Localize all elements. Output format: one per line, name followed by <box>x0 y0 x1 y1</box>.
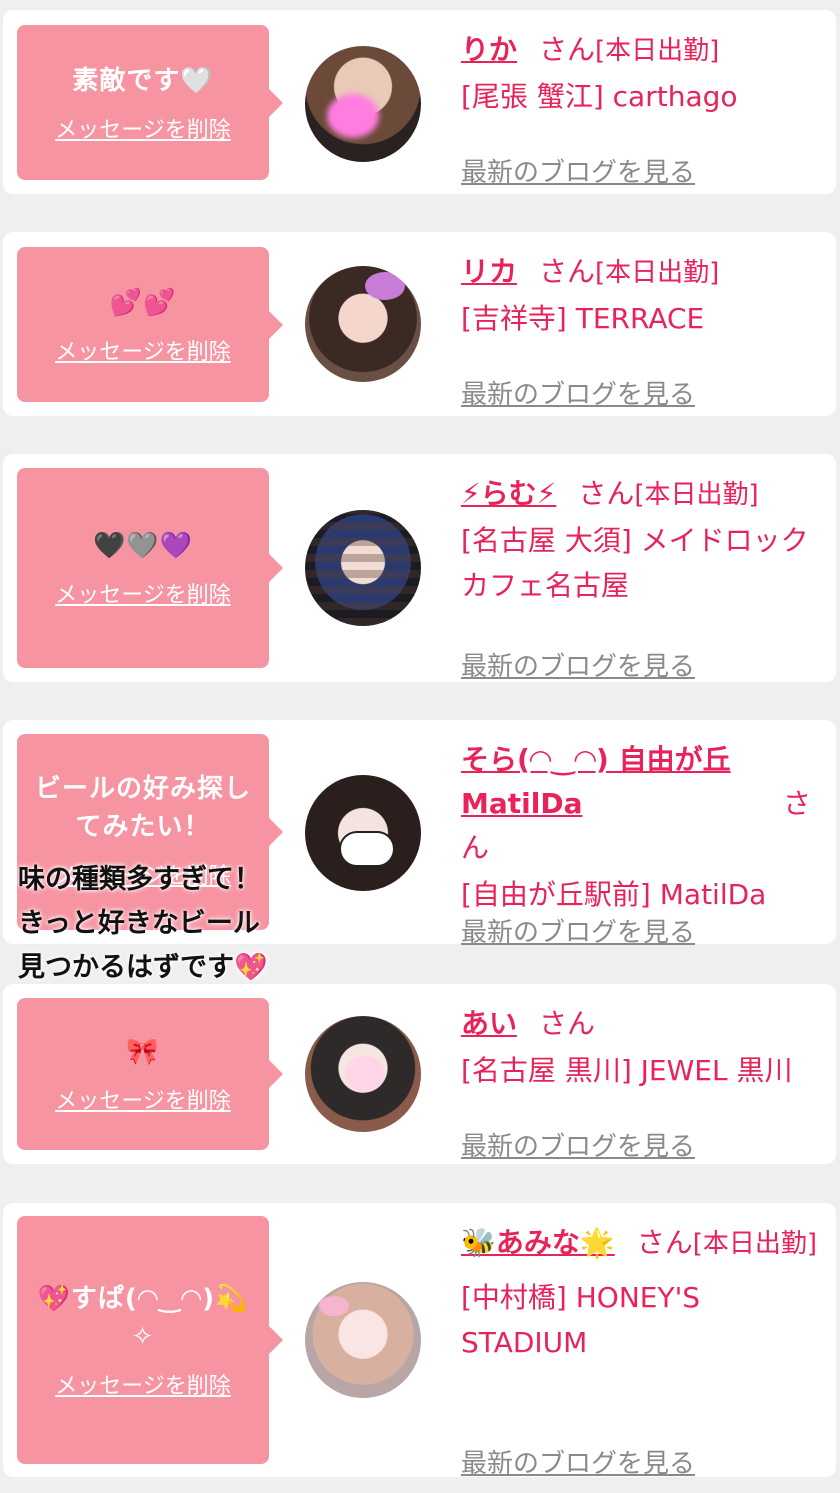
message-text: 素敵です🤍 <box>72 65 214 96</box>
blog-link[interactable]: 最新のブログを見る <box>461 1443 695 1480</box>
profile-info: あい さん [名古屋 黒川] JEWEL 黒川 最新のブログを見る <box>461 1002 831 1162</box>
message-card: 💖すぱ(◠‿◠)💫 ✧ メッセージを削除 🐝あみな🌟 さん[本日出勤] [中村橋]… <box>3 1203 836 1479</box>
message-card: 💕💕 メッセージを削除 リカ さん[本日出勤] [吉祥寺] TERRACE 最新の… <box>3 232 836 416</box>
shop-name: [尾張 蟹江] carthago <box>461 80 738 113</box>
message-card: 🖤🩶💜 メッセージを削除 ⚡らむ⚡ さん[本日出勤] [名古屋 大須] メイドロッ… <box>3 454 836 682</box>
blog-link[interactable]: 最新のブログを見る <box>461 646 695 683</box>
flower-icon <box>365 272 405 300</box>
overlay-line-2: きっと好きなビール <box>18 908 260 939</box>
delete-message-link[interactable]: メッセージを削除 <box>55 577 231 609</box>
overlay-line-3: 見つかるはずです💖 <box>18 952 268 983</box>
message-bubble: 🎀 メッセージを削除 <box>17 998 283 1150</box>
blog-link[interactable]: 最新のブログを見る <box>461 912 695 949</box>
blog-link[interactable]: 最新のブログを見る <box>461 152 695 189</box>
profile-info: 🐝あみな🌟 さん[本日出勤] [中村橋] HONEY'S STADIUM 最新のブ… <box>461 1221 831 1479</box>
bow-sticker-icon <box>319 1296 349 1316</box>
honorific: さん <box>539 1007 596 1040</box>
overlay-caption: 味の種類多すぎて！ きっと好きなビール 見つかるはずです💖 <box>18 858 268 990</box>
delete-message-link[interactable]: メッセージを削除 <box>55 1368 231 1400</box>
message-text: 💖すぱ(◠‿◠)💫 ✧ <box>37 1284 249 1352</box>
shop-name: [中村橋] HONEY'S STADIUM <box>461 1281 701 1359</box>
honorific: さん <box>578 477 635 510</box>
honorific: さん <box>636 1226 693 1259</box>
message-card: 🎀 メッセージを削除 あい さん [名古屋 黒川] JEWEL 黒川 最新のブログ… <box>3 984 836 1164</box>
blog-link[interactable]: 最新のブログを見る <box>461 374 695 411</box>
message-bubble: 💖すぱ(◠‿◠)💫 ✧ メッセージを削除 <box>17 1216 283 1464</box>
shift-status: [本日出勤] <box>634 480 759 510</box>
shift-status: [本日出勤] <box>595 36 720 66</box>
delete-message-link[interactable]: メッセージを削除 <box>55 1083 231 1115</box>
brick-background <box>305 510 421 626</box>
profile-info: ⚡らむ⚡ さん[本日出勤] [名古屋 大須] メイドロックカフェ名古屋 最新のブロ… <box>461 472 831 682</box>
message-text: 💕💕 <box>109 287 177 318</box>
heart-sticker-icon <box>345 1056 385 1092</box>
message-text: 🖤🩶💜 <box>92 531 194 561</box>
blog-link[interactable]: 最新のブログを見る <box>461 1126 695 1163</box>
message-bubble: 🖤🩶💜 メッセージを削除 <box>17 468 283 668</box>
message-bubble: 💕💕 メッセージを削除 <box>17 247 283 402</box>
profile-name-link[interactable]: ⚡らむ⚡ <box>461 477 556 510</box>
profile-info: そら(◠‿◠) 自由が丘MatilDa さん [自由が丘駅前] MatilDa 最… <box>461 738 831 948</box>
honorific: さん <box>539 33 596 66</box>
profile-info: リカ さん[本日出勤] [吉祥寺] TERRACE 最新のブログを見る <box>461 250 831 410</box>
avatar[interactable] <box>305 266 421 382</box>
shop-name: [自由が丘駅前] MatilDa <box>461 878 767 911</box>
shift-status: [本日出勤] <box>595 258 720 288</box>
message-bubble: 素敵です🤍 メッセージを削除 <box>17 25 283 180</box>
sticker-icon <box>327 94 379 138</box>
profile-name-link[interactable]: そら(◠‿◠) 自由が丘MatilDa <box>461 738 761 826</box>
message-card: 素敵です🤍 メッセージを削除 りか さん[本日出勤] [尾張 蟹江] cartha… <box>3 10 836 194</box>
avatar[interactable] <box>305 775 421 891</box>
message-text: 🎀 <box>126 1037 160 1067</box>
profile-name-link[interactable]: リカ <box>461 255 517 288</box>
honorific: さん <box>539 255 596 288</box>
message-text: ビールの好み探してみたい！ <box>34 774 251 842</box>
avatar[interactable] <box>305 1282 421 1398</box>
avatar[interactable] <box>305 46 421 162</box>
delete-message-link[interactable]: メッセージを削除 <box>55 112 231 144</box>
overlay-line-1: 味の種類多すぎて！ <box>18 864 261 895</box>
profile-info: りか さん[本日出勤] [尾張 蟹江] carthago 最新のブログを見る <box>461 28 831 188</box>
avatar[interactable] <box>305 510 421 626</box>
profile-name-link[interactable]: 🐝あみな🌟 <box>461 1226 615 1259</box>
delete-message-link[interactable]: メッセージを削除 <box>55 334 231 366</box>
profile-name-link[interactable]: りか <box>461 33 517 66</box>
avatar[interactable] <box>305 1016 421 1132</box>
shop-name: [名古屋 大須] メイドロックカフェ名古屋 <box>461 524 809 602</box>
cloud-sticker-icon <box>339 831 395 867</box>
shift-status: [本日出勤] <box>692 1229 818 1259</box>
shop-name: [名古屋 黒川] JEWEL 黒川 <box>461 1054 793 1087</box>
profile-name-link[interactable]: あい <box>461 1007 517 1040</box>
shop-name: [吉祥寺] TERRACE <box>461 302 705 335</box>
